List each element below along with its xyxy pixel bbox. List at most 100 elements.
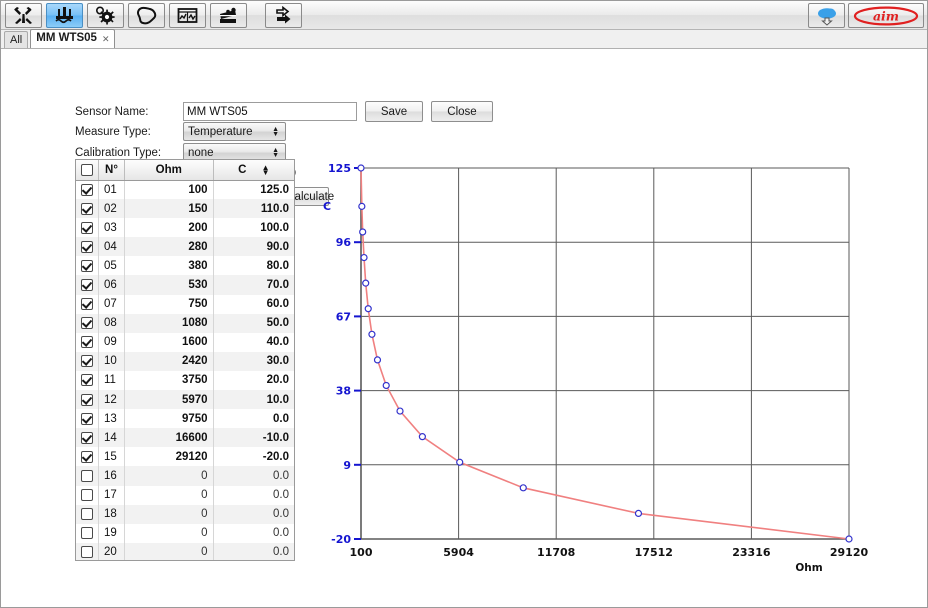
row-celsius-value[interactable]: 100.0 — [213, 218, 294, 237]
table-row[interactable]: 02 150 110.0 — [76, 199, 294, 219]
table-row[interactable]: 11 3750 20.0 — [76, 370, 294, 391]
row-ohm-value[interactable]: 0 — [124, 542, 214, 560]
data-point-marker[interactable] — [357, 164, 365, 172]
row-ohm-value[interactable]: 1600 — [124, 332, 214, 352]
ohm-column-header[interactable]: Ohm — [124, 160, 214, 181]
row-ohm-value[interactable]: 2420 — [124, 351, 214, 371]
row-checkbox-cell[interactable] — [76, 332, 99, 352]
table-row[interactable]: 17 0 0.0 — [76, 485, 294, 505]
row-checkbox-cell[interactable] — [76, 275, 99, 295]
row-ohm-value[interactable]: 280 — [124, 237, 214, 257]
data-point-marker[interactable] — [364, 305, 372, 313]
row-checkbox-cell[interactable] — [76, 351, 99, 371]
row-celsius-value[interactable]: 0.0 — [213, 486, 294, 505]
row-ohm-value[interactable]: 150 — [124, 199, 214, 219]
row-checkbox[interactable] — [81, 527, 93, 540]
table-row[interactable]: 07 750 60.0 — [76, 294, 294, 314]
row-ohm-value[interactable]: 100 — [124, 180, 214, 200]
sensor-icon-button[interactable] — [46, 2, 83, 28]
row-checkbox-cell[interactable] — [76, 466, 99, 486]
row-checkbox-cell[interactable] — [76, 199, 99, 219]
table-row[interactable]: 01 100 125.0 — [76, 180, 294, 200]
row-celsius-value[interactable]: 70.0 — [213, 275, 294, 295]
table-row[interactable]: 10 2420 30.0 — [76, 351, 294, 371]
row-checkbox[interactable] — [81, 508, 93, 521]
row-celsius-value[interactable]: 30.0 — [213, 351, 294, 371]
measure-type-select[interactable]: Temperature ▲ ▼ — [183, 122, 286, 141]
table-row[interactable]: 05 380 80.0 — [76, 256, 294, 276]
row-checkbox[interactable] — [81, 469, 93, 482]
row-celsius-value[interactable]: 60.0 — [213, 295, 294, 314]
row-checkbox[interactable] — [81, 221, 93, 234]
row-ohm-value[interactable]: 9750 — [124, 409, 214, 429]
export-icon-button[interactable] — [265, 2, 302, 28]
data-point-marker[interactable] — [382, 381, 390, 390]
cloud-download-button[interactable] — [808, 3, 845, 28]
celsius-column-header[interactable]: C ▲ ▼ — [213, 160, 294, 181]
table-row[interactable]: 03 200 100.0 — [76, 218, 294, 238]
row-ohm-value[interactable]: 1080 — [124, 313, 214, 333]
row-celsius-value[interactable]: 0.0 — [213, 466, 294, 486]
data-point-marker[interactable] — [396, 407, 404, 415]
row-checkbox[interactable] — [81, 393, 93, 406]
row-ohm-value[interactable]: 750 — [124, 294, 214, 314]
row-celsius-value[interactable]: 0.0 — [213, 542, 294, 560]
row-celsius-value[interactable]: 110.0 — [213, 199, 294, 219]
movie-icon-button[interactable] — [210, 2, 247, 28]
row-ohm-value[interactable]: 0 — [124, 466, 214, 486]
row-celsius-value[interactable]: 90.0 — [213, 237, 294, 257]
row-checkbox-cell[interactable] — [76, 447, 99, 467]
row-ohm-value[interactable]: 3750 — [124, 370, 214, 391]
row-checkbox-cell[interactable] — [76, 294, 99, 314]
row-checkbox[interactable] — [81, 412, 93, 425]
row-celsius-value[interactable]: 50.0 — [213, 313, 294, 333]
close-button[interactable]: Close — [431, 101, 493, 122]
table-row[interactable]: 06 530 70.0 — [76, 275, 294, 295]
row-checkbox[interactable] — [81, 546, 93, 559]
row-ohm-value[interactable]: 16600 — [124, 428, 214, 448]
row-celsius-value[interactable]: 125.0 — [213, 180, 294, 199]
table-row[interactable]: 15 29120 -20.0 — [76, 447, 294, 467]
row-checkbox-cell[interactable] — [76, 485, 99, 505]
close-icon[interactable]: ✕ — [102, 34, 110, 44]
data-point-marker[interactable] — [845, 535, 853, 543]
table-row[interactable]: 09 1600 40.0 — [76, 332, 294, 352]
data-point-marker[interactable] — [360, 253, 368, 262]
row-checkbox[interactable] — [81, 298, 93, 311]
row-ohm-value[interactable]: 5970 — [124, 390, 214, 410]
row-ohm-value[interactable]: 530 — [124, 275, 214, 295]
table-row[interactable]: 20 0 0.0 — [76, 542, 294, 560]
row-checkbox[interactable] — [81, 450, 93, 463]
table-row[interactable]: 04 280 90.0 — [76, 237, 294, 257]
data-point-marker[interactable] — [373, 356, 382, 364]
gear-icon-button[interactable] — [87, 2, 124, 28]
data-point-marker[interactable] — [418, 433, 426, 441]
data-point-marker[interactable] — [362, 279, 370, 287]
row-checkbox-cell[interactable] — [76, 428, 99, 448]
aim-logo[interactable]: aim — [848, 3, 924, 28]
row-checkbox[interactable] — [81, 336, 93, 349]
row-ohm-value[interactable]: 380 — [124, 256, 214, 276]
select-all-checkbox[interactable] — [81, 163, 93, 176]
data-point-marker[interactable] — [456, 458, 464, 466]
row-checkbox-cell[interactable] — [76, 504, 99, 524]
row-checkbox[interactable] — [81, 317, 93, 330]
save-button[interactable]: Save — [365, 101, 423, 122]
tab-all[interactable]: All — [4, 31, 29, 48]
row-ohm-value[interactable]: 0 — [124, 485, 214, 505]
table-row[interactable]: 12 5970 10.0 — [76, 390, 294, 410]
row-checkbox[interactable] — [81, 279, 93, 291]
data-point-marker[interactable] — [634, 509, 643, 518]
tab-mm-wts05[interactable]: MM WTS05 ✕ — [30, 29, 116, 48]
row-checkbox-cell[interactable] — [76, 218, 99, 238]
table-row[interactable]: 16 0 0.0 — [76, 466, 294, 486]
track-icon-button[interactable] — [128, 2, 165, 28]
row-checkbox-cell[interactable] — [76, 313, 99, 333]
tools-icon-button[interactable] — [5, 2, 42, 28]
row-celsius-value[interactable]: -20.0 — [213, 447, 294, 466]
row-checkbox[interactable] — [81, 202, 93, 215]
row-celsius-value[interactable]: 0.0 — [213, 504, 294, 524]
table-row[interactable]: 13 9750 0.0 — [76, 409, 294, 429]
row-celsius-value[interactable]: 0.0 — [213, 524, 294, 543]
analysis-icon-button[interactable] — [169, 2, 206, 28]
